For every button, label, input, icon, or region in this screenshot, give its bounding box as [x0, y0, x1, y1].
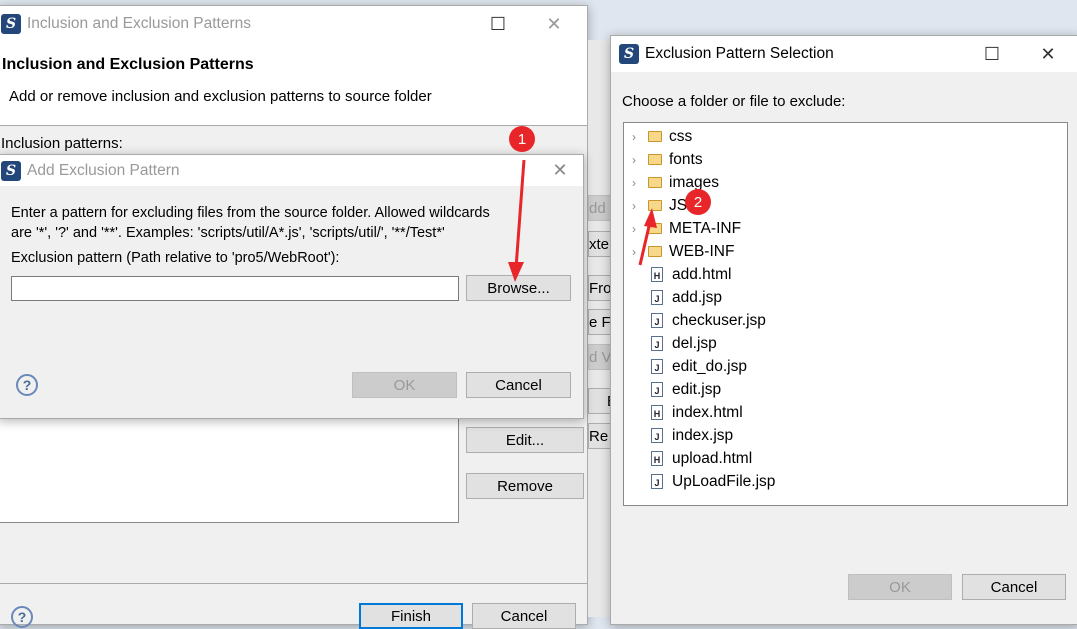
annotation-arrows — [508, 159, 657, 282]
arrow-1-head — [508, 262, 524, 282]
arrow-2 — [638, 221, 652, 266]
arrow-2-head — [644, 208, 657, 228]
arrow-1 — [514, 159, 526, 269]
step-badge-1: 1 — [509, 126, 535, 152]
step-badge-2: 2 — [685, 189, 711, 215]
